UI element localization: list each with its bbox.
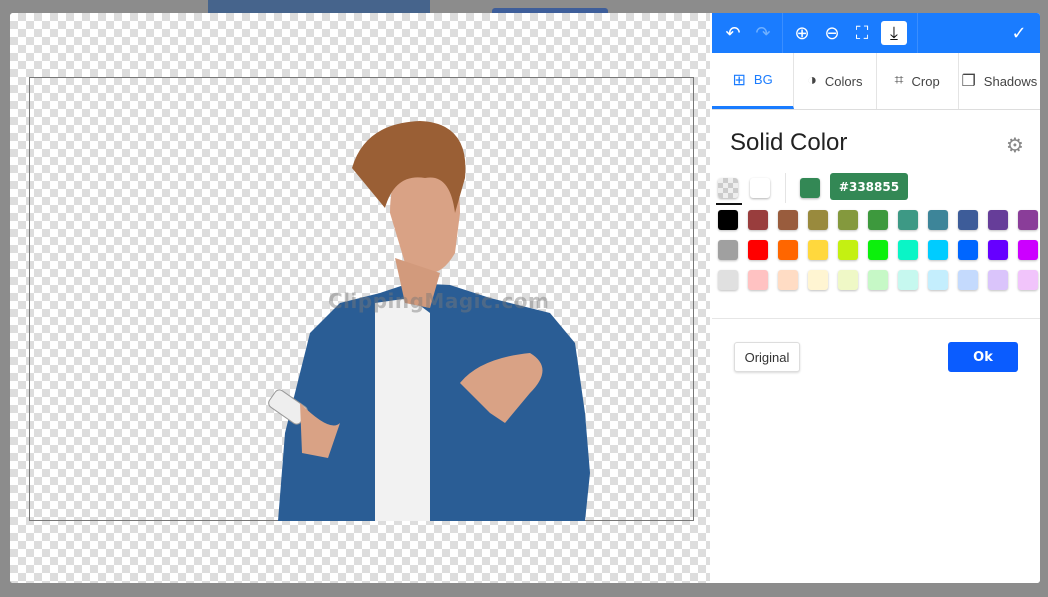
color-swatch[interactable] — [988, 270, 1008, 290]
tab-crop[interactable]: ⌗ Crop — [877, 53, 959, 109]
ok-button[interactable]: Ok — [948, 342, 1018, 372]
color-swatch[interactable] — [898, 210, 918, 230]
image-canvas[interactable]: ClippingMagic.com — [10, 13, 710, 583]
color-swatch[interactable] — [838, 240, 858, 260]
color-swatch[interactable] — [748, 270, 768, 290]
color-swatch[interactable] — [898, 270, 918, 290]
white-swatch[interactable] — [750, 178, 770, 198]
download-icon[interactable]: ⤓ — [881, 21, 907, 45]
check-icon[interactable]: ✓ — [1004, 19, 1034, 47]
color-swatch[interactable] — [988, 240, 1008, 260]
color-swatch[interactable] — [868, 240, 888, 260]
color-swatch[interactable] — [838, 210, 858, 230]
color-swatch[interactable] — [808, 210, 828, 230]
color-swatch[interactable] — [868, 270, 888, 290]
color-palette — [718, 210, 1038, 290]
fit-icon[interactable]: ⛶ — [847, 19, 877, 47]
color-swatch[interactable] — [778, 210, 798, 230]
color-swatch[interactable] — [928, 210, 948, 230]
grid-icon: ⊞ — [732, 71, 746, 89]
color-swatch[interactable] — [718, 240, 738, 260]
color-swatch[interactable] — [778, 270, 798, 290]
selected-indicator — [716, 203, 742, 205]
color-swatch[interactable] — [1018, 240, 1038, 260]
color-swatch[interactable] — [1018, 270, 1038, 290]
toolbar: ↶ ↷ ⊕ ⊖ ⛶ ⤓ ✓ — [712, 13, 1040, 53]
color-swatch[interactable] — [958, 210, 978, 230]
color-swatch[interactable] — [808, 270, 828, 290]
divider — [712, 318, 1040, 319]
tab-shadows[interactable]: ❐ Shadows — [959, 53, 1040, 109]
color-swatch[interactable] — [868, 210, 888, 230]
zoom-out-icon[interactable]: ⊖ — [817, 19, 847, 47]
hex-color-button[interactable]: #338855 — [830, 173, 908, 200]
color-swatch[interactable] — [838, 270, 858, 290]
side-panel: ↶ ↷ ⊕ ⊖ ⛶ ⤓ ✓ ⊞ BG ◑ Colors ⌗ Crop ❐ Shadows… — [712, 13, 1040, 583]
tab-bar: ⊞ BG ◑ Colors ⌗ Crop ❐ Shadows — [712, 53, 1040, 110]
original-button[interactable]: Original — [734, 342, 800, 372]
watermark: ClippingMagic.com — [328, 289, 550, 313]
color-swatch[interactable] — [748, 210, 768, 230]
color-swatch[interactable] — [808, 240, 828, 260]
color-swatch[interactable] — [928, 240, 948, 260]
color-swatch[interactable] — [1018, 210, 1038, 230]
color-swatch[interactable] — [958, 270, 978, 290]
half-circle-icon: ◑ — [807, 72, 817, 89]
transparent-swatch[interactable] — [718, 178, 738, 198]
zoom-in-icon[interactable]: ⊕ — [787, 19, 817, 47]
color-swatch[interactable] — [718, 210, 738, 230]
color-swatch[interactable] — [988, 210, 1008, 230]
shadow-icon: ❐ — [961, 73, 976, 90]
current-color-swatch[interactable] — [800, 178, 820, 198]
gear-icon[interactable]: ⚙ — [1006, 133, 1024, 157]
undo-icon[interactable]: ↶ — [718, 19, 748, 47]
crop-icon: ⌗ — [894, 72, 904, 89]
color-swatch[interactable] — [718, 270, 738, 290]
redo-icon[interactable]: ↷ — [748, 19, 778, 47]
color-swatch[interactable] — [898, 240, 918, 260]
color-swatch[interactable] — [778, 240, 798, 260]
color-swatch[interactable] — [748, 240, 768, 260]
background-editor-dialog: ClippingMagic.com ↶ ↷ ⊕ ⊖ ⛶ ⤓ ✓ ⊞ BG ◑ Col… — [10, 13, 1040, 583]
panel-title: Solid Color — [730, 129, 848, 156]
color-swatch[interactable] — [928, 270, 948, 290]
tab-bg[interactable]: ⊞ BG — [712, 53, 795, 109]
tab-colors[interactable]: ◑ Colors — [794, 53, 877, 109]
color-swatch[interactable] — [958, 240, 978, 260]
